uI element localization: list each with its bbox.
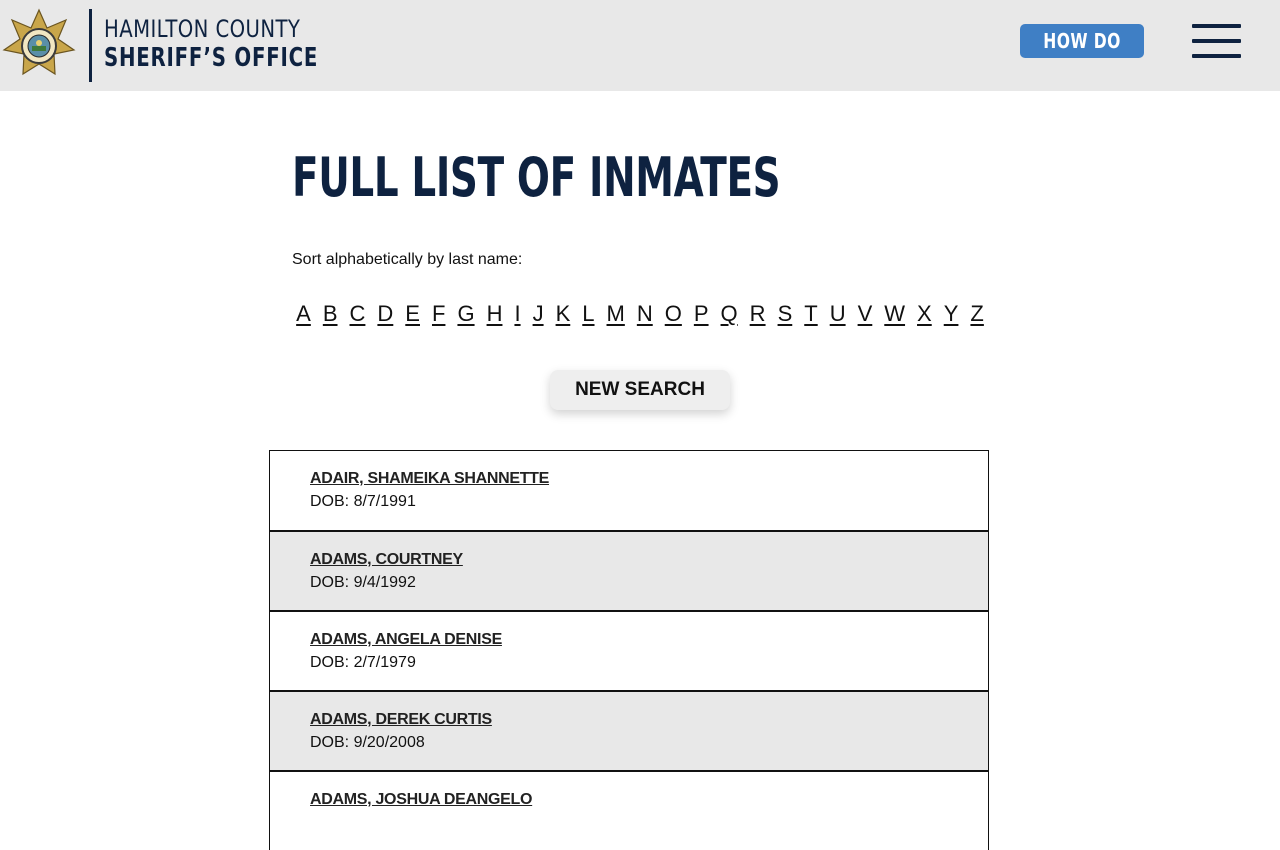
hamburger-bar xyxy=(1192,54,1241,58)
inmate-row: ADAMS, DEREK CURTIS DOB: 9/20/2008 xyxy=(269,690,989,770)
inmate-name-link[interactable]: ADAMS, DEREK CURTIS xyxy=(310,711,492,729)
inmate-dob: DOB: 9/20/2008 xyxy=(310,734,425,751)
inmate-dob: DOB: 8/7/1991 xyxy=(310,493,416,510)
new-search-button[interactable]: NEW SEARCH xyxy=(550,370,730,410)
letter-link-n[interactable]: N xyxy=(631,301,659,327)
letter-link-i[interactable]: I xyxy=(508,301,526,327)
letter-link-a[interactable]: A xyxy=(290,301,317,327)
alphabet-filter: ABCDEFGHIJKLMNOPQRSTUVWXYZ xyxy=(296,301,984,327)
letter-link-e[interactable]: E xyxy=(399,301,426,327)
inmate-name-link[interactable]: ADAMS, JOSHUA DEANGELO xyxy=(310,791,532,809)
site-header: HAMILTON COUNTY SHERIFF’S OFFICE HOW DO … xyxy=(0,0,1280,91)
letter-link-q[interactable]: Q xyxy=(715,301,744,327)
letter-link-z[interactable]: Z xyxy=(964,301,989,327)
hamburger-bar xyxy=(1192,39,1241,43)
letter-link-m[interactable]: M xyxy=(601,301,631,327)
how-do-i-button[interactable]: HOW DO I...? xyxy=(1020,24,1144,58)
hamburger-menu-icon[interactable] xyxy=(1192,24,1241,60)
logo-divider xyxy=(89,9,92,82)
sheriff-star-badge-icon[interactable] xyxy=(2,8,76,82)
inmate-list: ADAIR, SHAMEIKA SHANNETTE DOB: 8/7/1991 AD… xyxy=(269,450,989,850)
inmate-row: ADAMS, JOSHUA DEANGELO xyxy=(269,770,989,850)
letter-link-b[interactable]: B xyxy=(317,301,344,327)
letter-link-f[interactable]: F xyxy=(426,301,451,327)
how-do-i-label: HOW DO I...? xyxy=(1043,29,1121,53)
letter-link-w[interactable]: W xyxy=(878,301,911,327)
logo-county-name[interactable]: HAMILTON COUNTY xyxy=(104,15,300,43)
inmate-row: ADAMS, ANGELA DENISE DOB: 2/7/1979 xyxy=(269,610,989,690)
inmate-name-link[interactable]: ADAMS, COURTNEY xyxy=(310,551,463,569)
letter-link-c[interactable]: C xyxy=(344,301,372,327)
inmate-name-link[interactable]: ADAIR, SHAMEIKA SHANNETTE xyxy=(310,470,549,488)
letter-link-o[interactable]: O xyxy=(659,301,688,327)
letter-link-p[interactable]: P xyxy=(688,301,715,327)
letter-link-u[interactable]: U xyxy=(824,301,852,327)
letter-link-y[interactable]: Y xyxy=(938,301,965,327)
letter-link-j[interactable]: J xyxy=(527,301,550,327)
page-title: FULL LIST OF INMATES xyxy=(292,146,781,209)
inmate-name-link[interactable]: ADAMS, ANGELA DENISE xyxy=(310,631,502,649)
letter-link-x[interactable]: X xyxy=(911,301,938,327)
letter-link-g[interactable]: G xyxy=(451,301,480,327)
letter-link-l[interactable]: L xyxy=(576,301,600,327)
sort-label: Sort alphabetically by last name: xyxy=(292,251,523,268)
logo-office-name[interactable]: SHERIFF’S OFFICE xyxy=(104,43,318,73)
inmate-dob: DOB: 2/7/1979 xyxy=(310,654,416,671)
letter-link-r[interactable]: R xyxy=(744,301,772,327)
inmate-row: ADAIR, SHAMEIKA SHANNETTE DOB: 8/7/1991 xyxy=(269,450,989,530)
letter-link-k[interactable]: K xyxy=(550,301,577,327)
letter-link-d[interactable]: D xyxy=(371,301,399,327)
letter-link-s[interactable]: S xyxy=(772,301,799,327)
letter-link-h[interactable]: H xyxy=(481,301,509,327)
inmate-row: ADAMS, COURTNEY DOB: 9/4/1992 xyxy=(269,530,989,610)
inmate-dob: DOB: 9/4/1992 xyxy=(310,574,416,591)
letter-link-v[interactable]: V xyxy=(852,301,879,327)
letter-link-t[interactable]: T xyxy=(798,301,823,327)
hamburger-bar xyxy=(1192,24,1241,28)
